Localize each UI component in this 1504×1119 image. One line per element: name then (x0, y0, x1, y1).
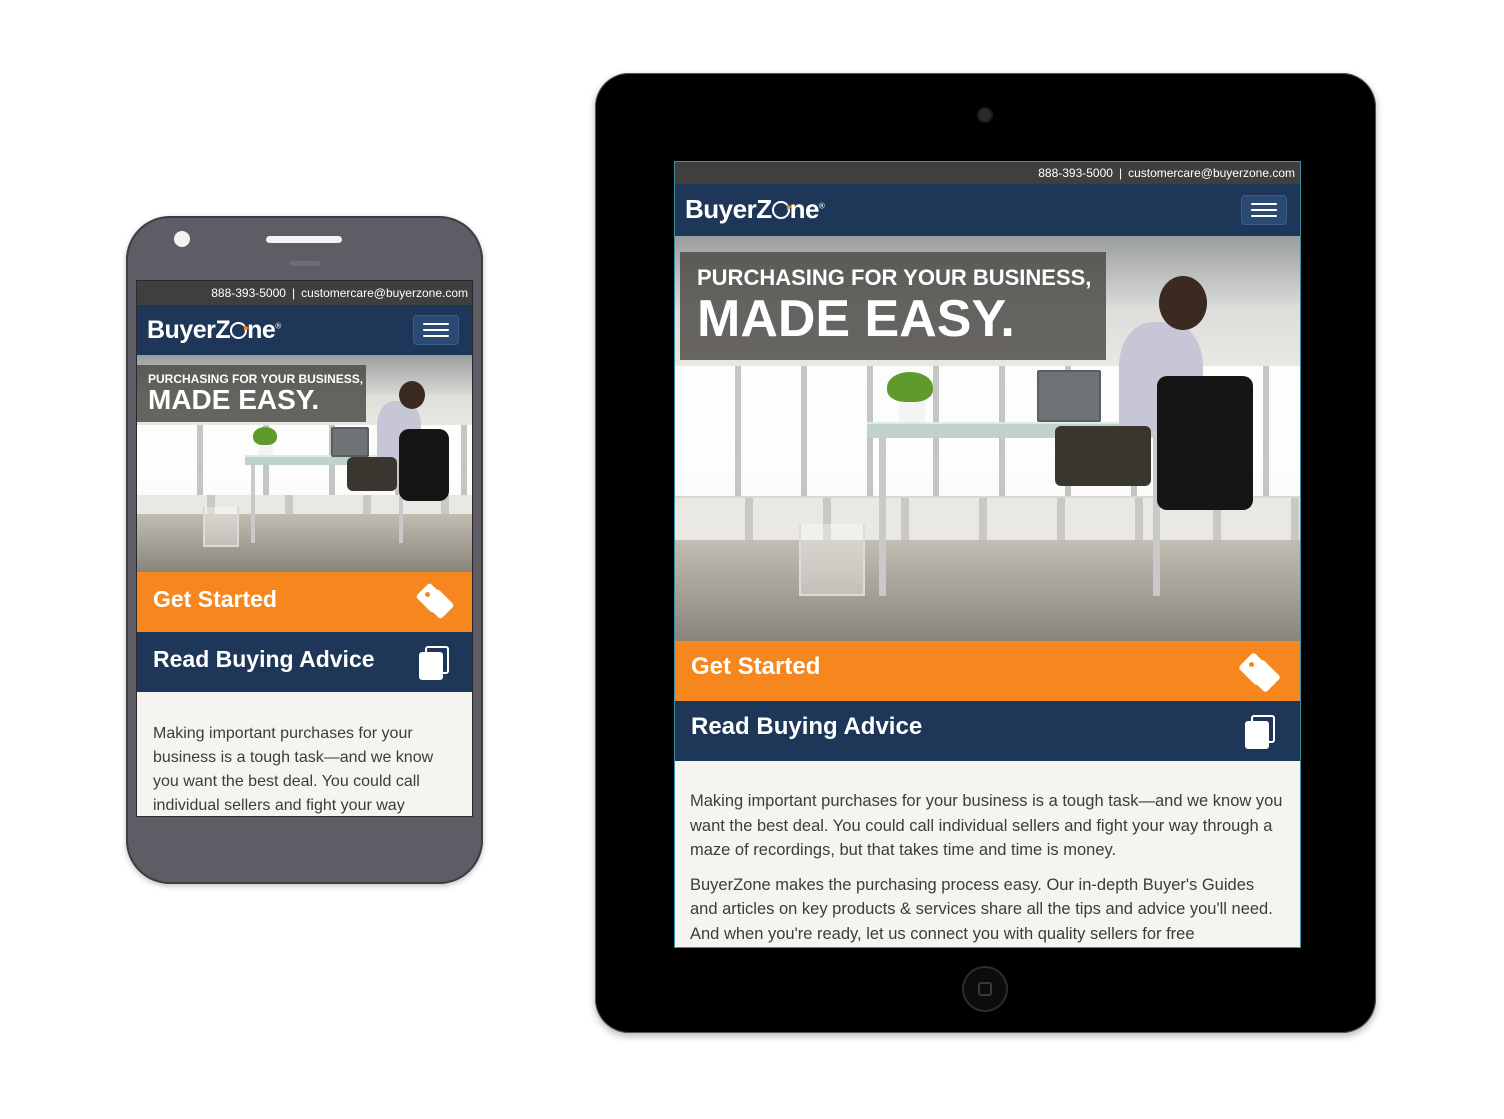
contact-separator: | (1118, 166, 1123, 180)
get-started-label: Get Started (691, 653, 821, 680)
hero-image: PURCHASING FOR YOUR BUSINESS, MADE EASY. (137, 355, 472, 572)
hero-headline: PURCHASING FOR YOUR BUSINESS, MADE EASY. (137, 365, 366, 422)
buyerzone-logo[interactable]: BuyerZ ne® (685, 194, 825, 225)
intro-paragraph-2: BuyerZone makes the purchasing process e… (690, 875, 1273, 943)
hamburger-menu-icon[interactable] (1241, 195, 1287, 225)
contact-bar: 888-393-5000 | customercare@buyerzone.com (137, 281, 472, 305)
read-buying-advice-label: Read Buying Advice (691, 713, 923, 740)
hero-headline-line2: MADE EASY. (148, 384, 320, 415)
intro-paragraph-1: Making important purchases for your busi… (690, 792, 1283, 859)
navbar: BuyerZ ne® (675, 184, 1300, 236)
intro-text: Making important purchases for your busi… (137, 692, 472, 816)
hero-headline-line1: PURCHASING FOR YOUR BUSINESS, (697, 265, 1092, 290)
phone-speaker (266, 236, 342, 243)
logo-registered-mark: ® (818, 201, 825, 211)
hero-chair (399, 429, 449, 501)
hero-headline: PURCHASING FOR YOUR BUSINESS, MADE EASY. (680, 252, 1106, 360)
hero-floor (137, 514, 472, 572)
hero-plant (253, 427, 277, 445)
logo-text-start: BuyerZ (685, 194, 772, 224)
read-buying-advice-button[interactable]: Read Buying Advice (675, 701, 1300, 761)
hero-floor (675, 541, 1300, 641)
read-buying-advice-label: Read Buying Advice (153, 646, 375, 672)
intro-text: Making important purchases for your busi… (675, 761, 1300, 946)
price-tag-icon (415, 582, 455, 620)
hero-image: PURCHASING FOR YOUR BUSINESS, MADE EASY. (675, 236, 1300, 641)
hero-monitor (331, 427, 369, 457)
contact-separator: | (291, 286, 296, 300)
hero-wastebin (799, 524, 865, 596)
get-started-button[interactable]: Get Started (675, 641, 1300, 701)
intro-paragraph-1: Making important purchases for your busi… (153, 725, 434, 814)
phone-number-link[interactable]: 888-393-5000 (211, 286, 286, 300)
phone-screen: 888-393-5000 | customercare@buyerzone.com … (136, 280, 473, 817)
read-buying-advice-button[interactable]: Read Buying Advice (137, 632, 472, 692)
get-started-button[interactable]: Get Started (137, 572, 472, 632)
book-icon (1245, 715, 1277, 749)
tablet-camera (979, 109, 991, 121)
contact-bar: 888-393-5000 | customercare@buyerzone.com (675, 162, 1300, 184)
tablet-home-button[interactable] (962, 966, 1008, 1012)
get-started-label: Get Started (153, 586, 277, 612)
phone-device: 888-393-5000 | customercare@buyerzone.com … (126, 216, 483, 884)
price-tag-icon (1238, 652, 1282, 693)
phone-number-link[interactable]: 888-393-5000 (1038, 166, 1113, 180)
hero-headline-line1: PURCHASING FOR YOUR BUSINESS, (148, 372, 364, 386)
buyerzone-logo[interactable]: BuyerZ ne® (147, 316, 281, 345)
navbar: BuyerZ ne® (137, 305, 472, 355)
hero-headline-line2: MADE EASY. (697, 290, 1015, 348)
hero-chair (1157, 376, 1253, 510)
logo-text-end: ne (789, 194, 820, 224)
hero-wastebin (203, 507, 239, 547)
tablet-screen: 888-393-5000 | customercare@buyerzone.com … (674, 161, 1301, 948)
email-link[interactable]: customercare@buyerzone.com (301, 286, 468, 300)
logo-arrow-icon (771, 201, 792, 219)
phone-sensor (290, 261, 320, 266)
logo-registered-mark: ® (275, 321, 281, 331)
hero-monitor (1037, 370, 1101, 422)
hero-plant (887, 372, 933, 402)
logo-text-end: ne (247, 316, 276, 344)
book-icon (419, 646, 451, 680)
email-link[interactable]: customercare@buyerzone.com (1128, 166, 1295, 180)
tablet-device: 888-393-5000 | customercare@buyerzone.com … (595, 73, 1376, 1033)
hamburger-menu-icon[interactable] (413, 315, 459, 345)
phone-camera (174, 231, 190, 247)
logo-arrow-icon (230, 322, 250, 339)
logo-text-start: BuyerZ (147, 316, 231, 344)
